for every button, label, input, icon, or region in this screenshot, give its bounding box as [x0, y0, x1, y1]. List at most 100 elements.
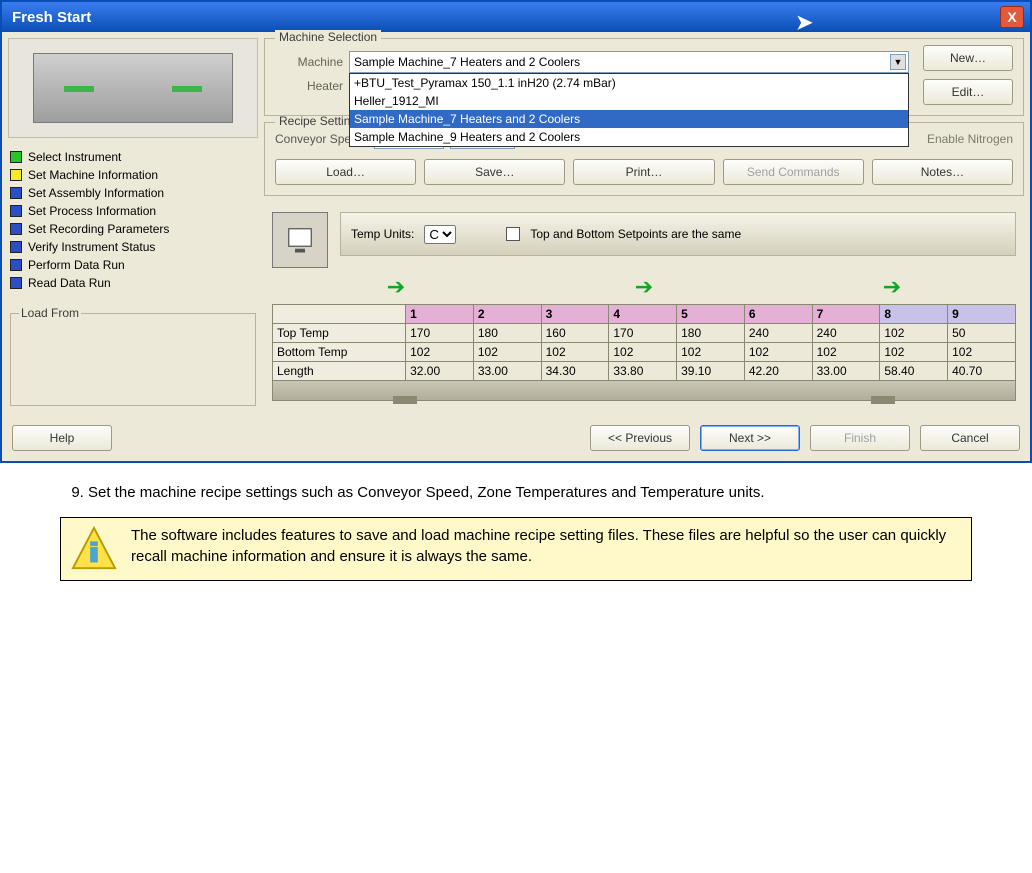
machine-option[interactable]: +BTU_Test_Pyramax 150_1.1 inH20 (2.74 mB… [350, 74, 908, 92]
enable-nitrogen-label: Enable Nitrogen [927, 132, 1013, 146]
zone-setpoints-area: Temp Units: C Top and Bottom Setpoints a… [264, 202, 1024, 411]
tip-box: The software includes features to save a… [60, 517, 972, 581]
client-area: Select Instrument Set Machine Information… [2, 32, 1030, 461]
wizard-step[interactable]: Set Machine Information [10, 166, 256, 184]
help-button[interactable]: Help [12, 425, 112, 451]
zone-cell[interactable]: 40.70 [948, 362, 1016, 381]
zone-cell[interactable]: 39.10 [677, 362, 745, 381]
temp-toolbar: Temp Units: C Top and Bottom Setpoints a… [340, 212, 1016, 256]
arrow-icon: ➔ [883, 274, 901, 300]
machine-image [8, 38, 258, 138]
zone-cell[interactable]: 50 [948, 324, 1016, 343]
machine-combo[interactable]: Sample Machine_7 Heaters and 2 Coolers ▼… [349, 51, 909, 73]
wizard-step[interactable]: Set Assembly Information [10, 184, 256, 202]
new-button[interactable]: New… [923, 45, 1013, 71]
zone-cell[interactable]: 102 [406, 343, 474, 362]
zone-cell[interactable]: 160 [541, 324, 609, 343]
machine-selection-group: Machine Selection Machine Sample Machine… [264, 38, 1024, 116]
doc-step-9: Set the machine recipe settings such as … [0, 463, 1032, 601]
zone-cell[interactable]: 180 [473, 324, 541, 343]
same-setpoints-checkbox[interactable] [506, 227, 520, 241]
step-status-icon [10, 151, 22, 163]
step-label: Read Data Run [28, 276, 111, 290]
zone-cell[interactable]: 180 [677, 324, 745, 343]
zone-cell[interactable]: 102 [880, 324, 948, 343]
wizard-step[interactable]: Perform Data Run [10, 256, 256, 274]
zone-cell[interactable]: 170 [609, 324, 677, 343]
zone-cell[interactable]: 33.80 [609, 362, 677, 381]
zone-header: 3 [541, 305, 609, 324]
save-button[interactable]: Save… [424, 159, 565, 185]
machine-combo-value: Sample Machine_7 Heaters and 2 Coolers [354, 55, 580, 69]
load-button[interactable]: Load… [275, 159, 416, 185]
step-status-icon [10, 169, 22, 181]
step-label: Set Recording Parameters [28, 222, 169, 236]
zone-cell[interactable]: 42.20 [744, 362, 812, 381]
step-status-icon [10, 187, 22, 199]
wizard-nav: Help << Previous Next >> Finish Cancel [8, 417, 1024, 455]
zone-cell[interactable]: 102 [473, 343, 541, 362]
zone-row-header: Bottom Temp [273, 343, 406, 362]
tip-text: The software includes features to save a… [131, 526, 961, 567]
zone-header: 5 [677, 305, 745, 324]
cancel-button[interactable]: Cancel [920, 425, 1020, 451]
zone-header: 4 [609, 305, 677, 324]
zone-cell[interactable]: 102 [609, 343, 677, 362]
machine-option[interactable]: Sample Machine_9 Heaters and 2 Coolers [350, 128, 908, 146]
zone-cell[interactable]: 32.00 [406, 362, 474, 381]
zone-cell[interactable]: 102 [541, 343, 609, 362]
zone-cell[interactable]: 102 [744, 343, 812, 362]
fresh-start-window: Fresh Start ➤ X Select Instrument Set Mac… [0, 0, 1032, 463]
step-status-icon [10, 259, 22, 271]
zone-row-header: Length [273, 362, 406, 381]
zone-row-header: Top Temp [273, 324, 406, 343]
zone-cell[interactable]: 170 [406, 324, 474, 343]
zone-cell[interactable]: 102 [812, 343, 880, 362]
send-commands-button[interactable]: Send Commands [723, 159, 864, 185]
zone-cell[interactable]: 33.00 [812, 362, 880, 381]
zone-cell[interactable]: 33.00 [473, 362, 541, 381]
previous-button[interactable]: << Previous [590, 425, 690, 451]
zone-header: 8 [880, 305, 948, 324]
wizard-step[interactable]: Set Recording Parameters [10, 220, 256, 238]
step-status-icon [10, 277, 22, 289]
zone-cell[interactable]: 102 [948, 343, 1016, 362]
step-label: Verify Instrument Status [28, 240, 155, 254]
machine-combo-arrow-icon[interactable]: ▼ [890, 54, 906, 70]
next-button[interactable]: Next >> [700, 425, 800, 451]
wizard-step[interactable]: Select Instrument [10, 148, 256, 166]
step-label: Set Assembly Information [28, 186, 164, 200]
wizard-step[interactable]: Verify Instrument Status [10, 238, 256, 256]
wizard-step[interactable]: Set Process Information [10, 202, 256, 220]
temp-units-select[interactable]: C [424, 225, 456, 244]
zone-cell[interactable]: 240 [812, 324, 880, 343]
close-button[interactable]: X [1000, 6, 1024, 28]
temp-units-label: Temp Units: [351, 227, 414, 241]
arrow-icon: ➔ [635, 274, 653, 300]
machine-label: Machine [275, 55, 343, 69]
zone-cell[interactable]: 34.30 [541, 362, 609, 381]
step-label: Select Instrument [28, 150, 121, 164]
step-label: Set Machine Information [28, 168, 158, 182]
zone-cell[interactable]: 58.40 [880, 362, 948, 381]
print-button[interactable]: Print… [573, 159, 714, 185]
notes-button[interactable]: Notes… [872, 159, 1013, 185]
step-status-icon [10, 241, 22, 253]
machine-option[interactable]: Sample Machine_7 Heaters and 2 Coolers [350, 110, 908, 128]
finish-button[interactable]: Finish [810, 425, 910, 451]
zone-table: 123456789 Top Temp1701801601701802402401… [272, 304, 1016, 381]
zone-cell[interactable]: 102 [677, 343, 745, 362]
zone-header: 6 [744, 305, 812, 324]
step-label: Set Process Information [28, 204, 156, 218]
step-label: Perform Data Run [28, 258, 125, 272]
conveyor-base [272, 381, 1016, 401]
zone-cell[interactable]: 102 [880, 343, 948, 362]
titlebar[interactable]: Fresh Start ➤ X [2, 2, 1030, 32]
zone-cell[interactable]: 240 [744, 324, 812, 343]
heater-label: Heater [275, 79, 343, 93]
machine-dropdown[interactable]: +BTU_Test_Pyramax 150_1.1 inH20 (2.74 mB… [349, 73, 909, 147]
edit-button[interactable]: Edit… [923, 79, 1013, 105]
load-from-legend: Load From [19, 306, 81, 320]
wizard-step[interactable]: Read Data Run [10, 274, 256, 292]
machine-option[interactable]: Heller_1912_MI [350, 92, 908, 110]
